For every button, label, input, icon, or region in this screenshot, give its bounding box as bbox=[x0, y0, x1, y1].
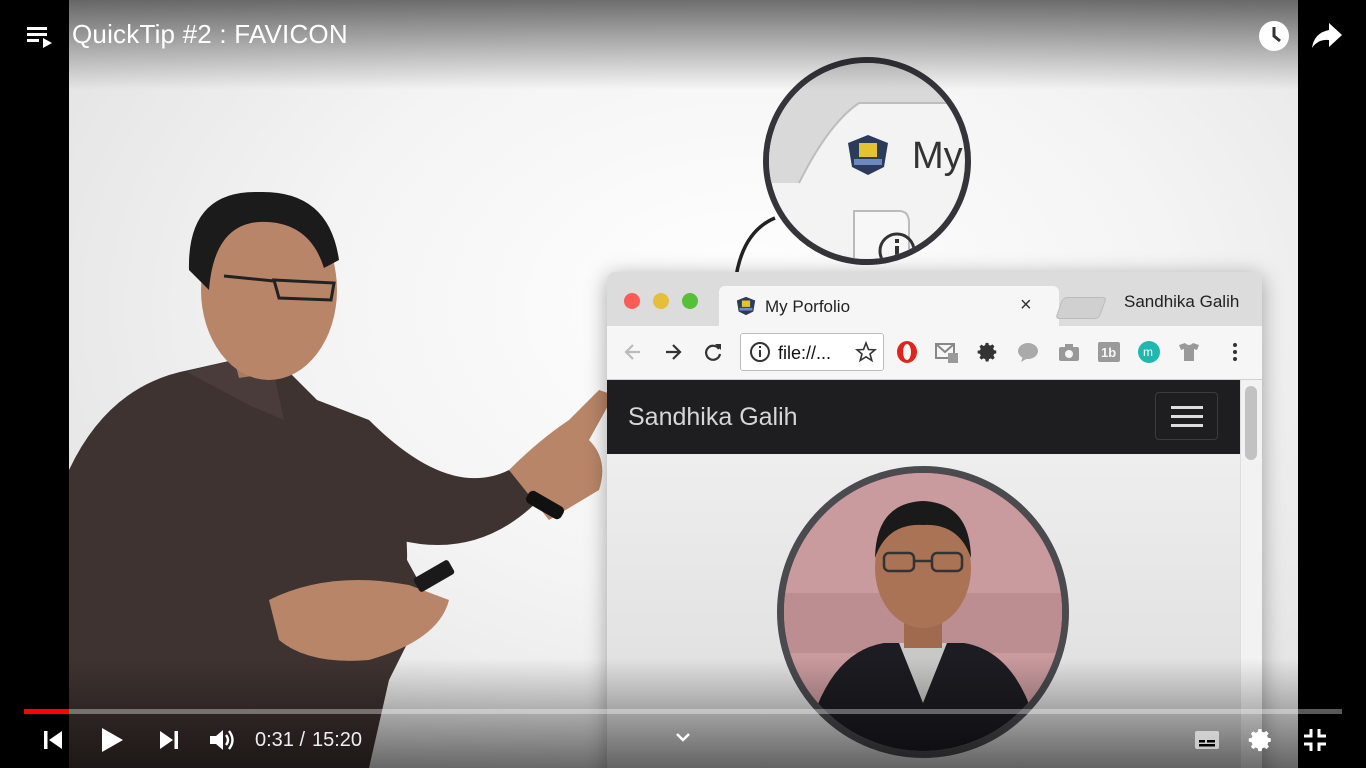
video-player[interactable]: My My Porfolio × Sandhika Galih file://.… bbox=[0, 0, 1366, 768]
site-brand[interactable]: Sandhika Galih bbox=[628, 403, 798, 432]
favicon-shield-icon bbox=[736, 296, 756, 316]
time-total: 15:20 bbox=[312, 729, 363, 751]
time-current: 0:31 bbox=[255, 729, 294, 751]
1b-icon[interactable]: 1b bbox=[1096, 339, 1122, 365]
gear-icon[interactable] bbox=[1244, 722, 1278, 758]
magnified-tab-text: My bbox=[912, 135, 963, 177]
more-vertical-icon[interactable] bbox=[1222, 339, 1248, 365]
svg-text:1b: 1b bbox=[1101, 345, 1116, 360]
progress-bar[interactable] bbox=[24, 709, 1342, 714]
hamburger-icon bbox=[1171, 406, 1203, 427]
skip-next-icon[interactable] bbox=[154, 722, 184, 758]
reload-icon[interactable] bbox=[700, 339, 726, 365]
m-icon[interactable]: m bbox=[1136, 339, 1162, 365]
scrollbar-thumb[interactable] bbox=[1245, 386, 1257, 460]
speech-bubble-icon[interactable] bbox=[1015, 339, 1041, 365]
tab-close-button[interactable]: × bbox=[1020, 294, 1032, 317]
share-arrow-icon[interactable] bbox=[1309, 18, 1345, 54]
new-tab-button[interactable] bbox=[1054, 297, 1108, 319]
back-arrow-icon[interactable] bbox=[620, 339, 646, 365]
address-bar-url: file://... bbox=[778, 343, 832, 363]
video-title[interactable]: QuickTip #2 : FAVICON bbox=[72, 19, 348, 50]
close-window-button[interactable] bbox=[624, 293, 640, 309]
camera-icon[interactable] bbox=[1056, 339, 1082, 365]
tab-title: My Porfolio bbox=[765, 297, 851, 316]
gmail-checker-icon[interactable] bbox=[934, 339, 960, 365]
tshirt-icon[interactable] bbox=[1176, 339, 1202, 365]
hamburger-menu-button[interactable] bbox=[1155, 392, 1218, 440]
progress-played bbox=[24, 709, 69, 714]
opera-icon[interactable] bbox=[894, 339, 920, 365]
profile-name: Sandhika Galih bbox=[1124, 292, 1240, 311]
clock-icon[interactable] bbox=[1256, 18, 1292, 54]
bookmark-star-icon[interactable] bbox=[853, 339, 879, 365]
volume-icon[interactable] bbox=[206, 722, 238, 758]
favicon-shield-icon bbox=[848, 135, 888, 175]
playlist-icon[interactable] bbox=[22, 18, 58, 54]
chevron-down-icon[interactable] bbox=[671, 726, 695, 748]
maximize-window-button[interactable] bbox=[682, 293, 698, 309]
info-icon[interactable] bbox=[747, 339, 773, 365]
minimize-window-button[interactable] bbox=[653, 293, 669, 309]
gear-icon[interactable] bbox=[975, 339, 1001, 365]
subtitles-icon[interactable] bbox=[1192, 722, 1222, 758]
play-icon[interactable] bbox=[94, 722, 130, 758]
time-separator: / bbox=[294, 729, 311, 751]
forward-arrow-icon[interactable] bbox=[660, 339, 686, 365]
svg-text:m: m bbox=[1143, 345, 1153, 359]
skip-previous-icon[interactable] bbox=[38, 722, 68, 758]
exit-fullscreen-icon[interactable] bbox=[1299, 722, 1331, 758]
